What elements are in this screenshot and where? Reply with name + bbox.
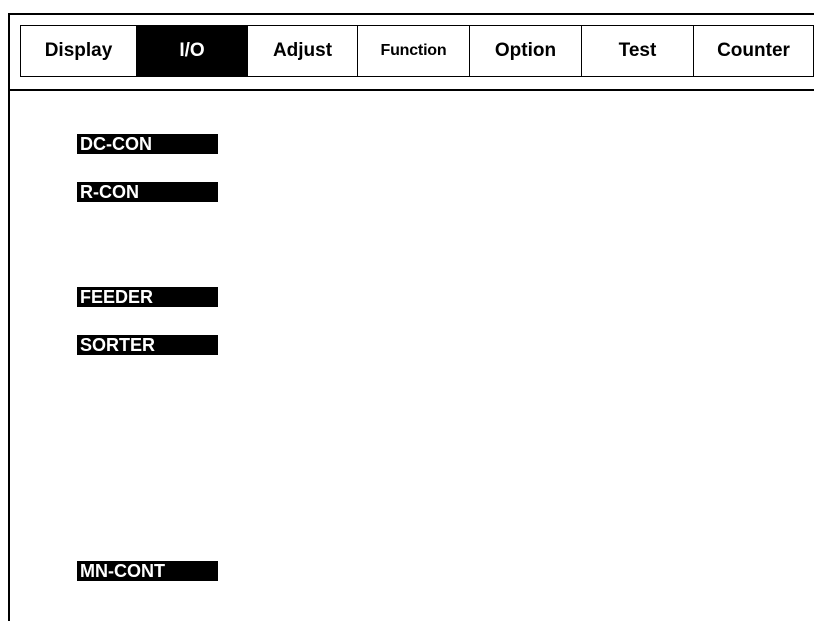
tab-option[interactable]: Option: [469, 25, 582, 77]
tab-counter[interactable]: Counter: [693, 25, 814, 77]
frame-left-line: [8, 13, 10, 621]
tab-bar: Display I/O Adjust Function Option Test …: [20, 25, 814, 79]
tab-io[interactable]: I/O: [136, 25, 248, 77]
tab-display[interactable]: Display: [20, 25, 137, 77]
tab-adjust[interactable]: Adjust: [247, 25, 358, 77]
tab-bar-divider: [8, 89, 814, 91]
io-label-r-con[interactable]: R-CON: [77, 182, 218, 202]
tab-test[interactable]: Test: [581, 25, 694, 77]
io-label-dc-con[interactable]: DC-CON: [77, 134, 218, 154]
io-label-feeder[interactable]: FEEDER: [77, 287, 218, 307]
frame-top-line: [8, 13, 814, 15]
tab-function[interactable]: Function: [357, 25, 470, 77]
io-label-sorter[interactable]: SORTER: [77, 335, 218, 355]
io-label-mn-cont[interactable]: MN-CONT: [77, 561, 218, 581]
